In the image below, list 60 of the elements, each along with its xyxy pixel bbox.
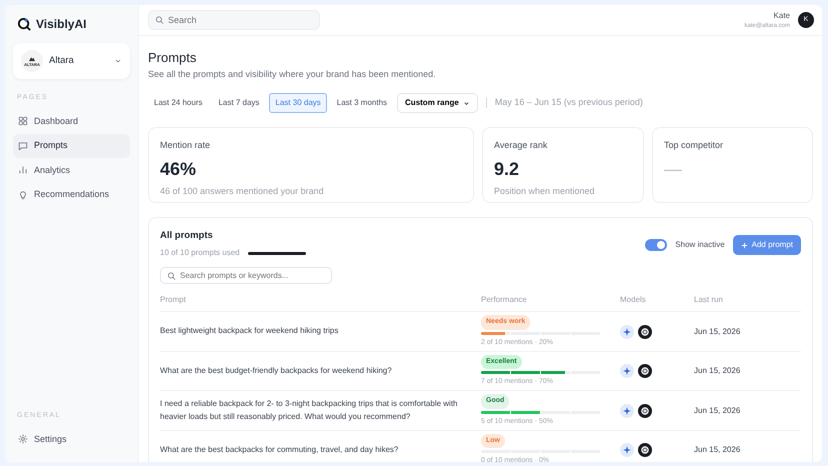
- stat-value: 9.2: [494, 158, 520, 181]
- knot-model-icon: [638, 443, 652, 458]
- lightbulb-icon: [18, 190, 28, 200]
- prompt-search-field[interactable]: Search prompts or keywords...: [160, 267, 332, 284]
- stat-label: Mention rate: [160, 139, 212, 152]
- sparkle-model-icon: [620, 404, 634, 418]
- column-header: Performance: [481, 294, 528, 306]
- bar-chart-icon: [18, 165, 28, 176]
- knot-model-icon: [638, 404, 652, 418]
- period-tab[interactable]: Last 30 days: [269, 93, 327, 114]
- settings-icon: [18, 434, 28, 444]
- stat-label: Top competitor: [664, 139, 724, 152]
- last-run-date: Jun 15, 2026: [694, 326, 742, 338]
- chevron-down-icon: [114, 57, 122, 65]
- stat-value: 46%: [160, 158, 198, 181]
- knot-model-icon: [638, 324, 652, 339]
- sparkle-model-icon: [620, 364, 634, 378]
- toggle-switch[interactable]: [645, 239, 668, 252]
- last-run-date: Jun 15, 2026: [694, 365, 742, 378]
- period-tab[interactable]: Last 24 hours: [148, 93, 208, 114]
- page-subtitle: See all the prompts and visibility where your brand has been mentioned.: [148, 68, 437, 81]
- stat-value: —: [664, 158, 683, 181]
- prompt-text[interactable]: I need a reliable backpack for 2- to 3-night backpacking trips that is comfortable with heavier loads but still reasonably priced. What would you recommend?: [160, 398, 481, 423]
- nav-item[interactable]: Analytics: [13, 158, 130, 182]
- nav-item[interactable]: Dashboard: [13, 110, 130, 133]
- search-field[interactable]: Search: [148, 10, 320, 30]
- period-tab[interactable]: Last 7 days: [212, 93, 266, 114]
- last-run-date: Jun 15, 2026: [694, 404, 742, 417]
- sparkle-model-icon: [620, 324, 634, 339]
- logo-icon: [17, 16, 32, 32]
- search-icon: [155, 16, 164, 24]
- page-title: Prompts: [148, 50, 198, 66]
- column-header: Models: [620, 294, 647, 306]
- custom-range-dropdown[interactable]: Custom range: [397, 93, 478, 114]
- last-run-date: Jun 15, 2026: [694, 444, 742, 456]
- panel-title: All prompts: [160, 229, 214, 244]
- date-range-text: May 16 – Jun 15 (vs previous period): [494, 96, 643, 110]
- chevron-down-icon: [462, 100, 470, 107]
- chat-icon: [18, 140, 28, 151]
- plus-icon: [740, 242, 748, 249]
- nav-item[interactable]: Prompts: [13, 134, 130, 158]
- column-header: Last run: [694, 294, 724, 306]
- stat-label: Average rank: [494, 139, 548, 152]
- prompt-text[interactable]: What are the best backpacks for commuting, travel, and day hikes?: [160, 444, 408, 456]
- prompt-text[interactable]: Best lightweight backpack for weekend hiking trips: [160, 325, 348, 338]
- knot-model-icon: [638, 364, 652, 378]
- grid-icon: [18, 116, 28, 126]
- stat-note: 46 of 100 answers mentioned your brand: [160, 184, 325, 198]
- nav-item[interactable]: Settings: [13, 428, 130, 451]
- search-icon: [167, 271, 176, 280]
- toggle-label: Show inactive: [675, 239, 725, 252]
- usage-text: 10 of 10 prompts used: [160, 247, 240, 260]
- stat-note: Position when mentioned: [494, 184, 596, 198]
- brand-name: VisiblyAI: [36, 16, 86, 33]
- period-tab[interactable]: Last 3 months: [330, 93, 394, 114]
- prompt-text[interactable]: What are the best budget-friendly backpacks for weekend hiking?: [160, 364, 402, 378]
- user-name: Kate: [772, 10, 790, 22]
- nav-item[interactable]: Recommendations: [13, 183, 130, 206]
- sparkle-model-icon: [620, 443, 634, 458]
- column-header: Prompt: [160, 294, 187, 306]
